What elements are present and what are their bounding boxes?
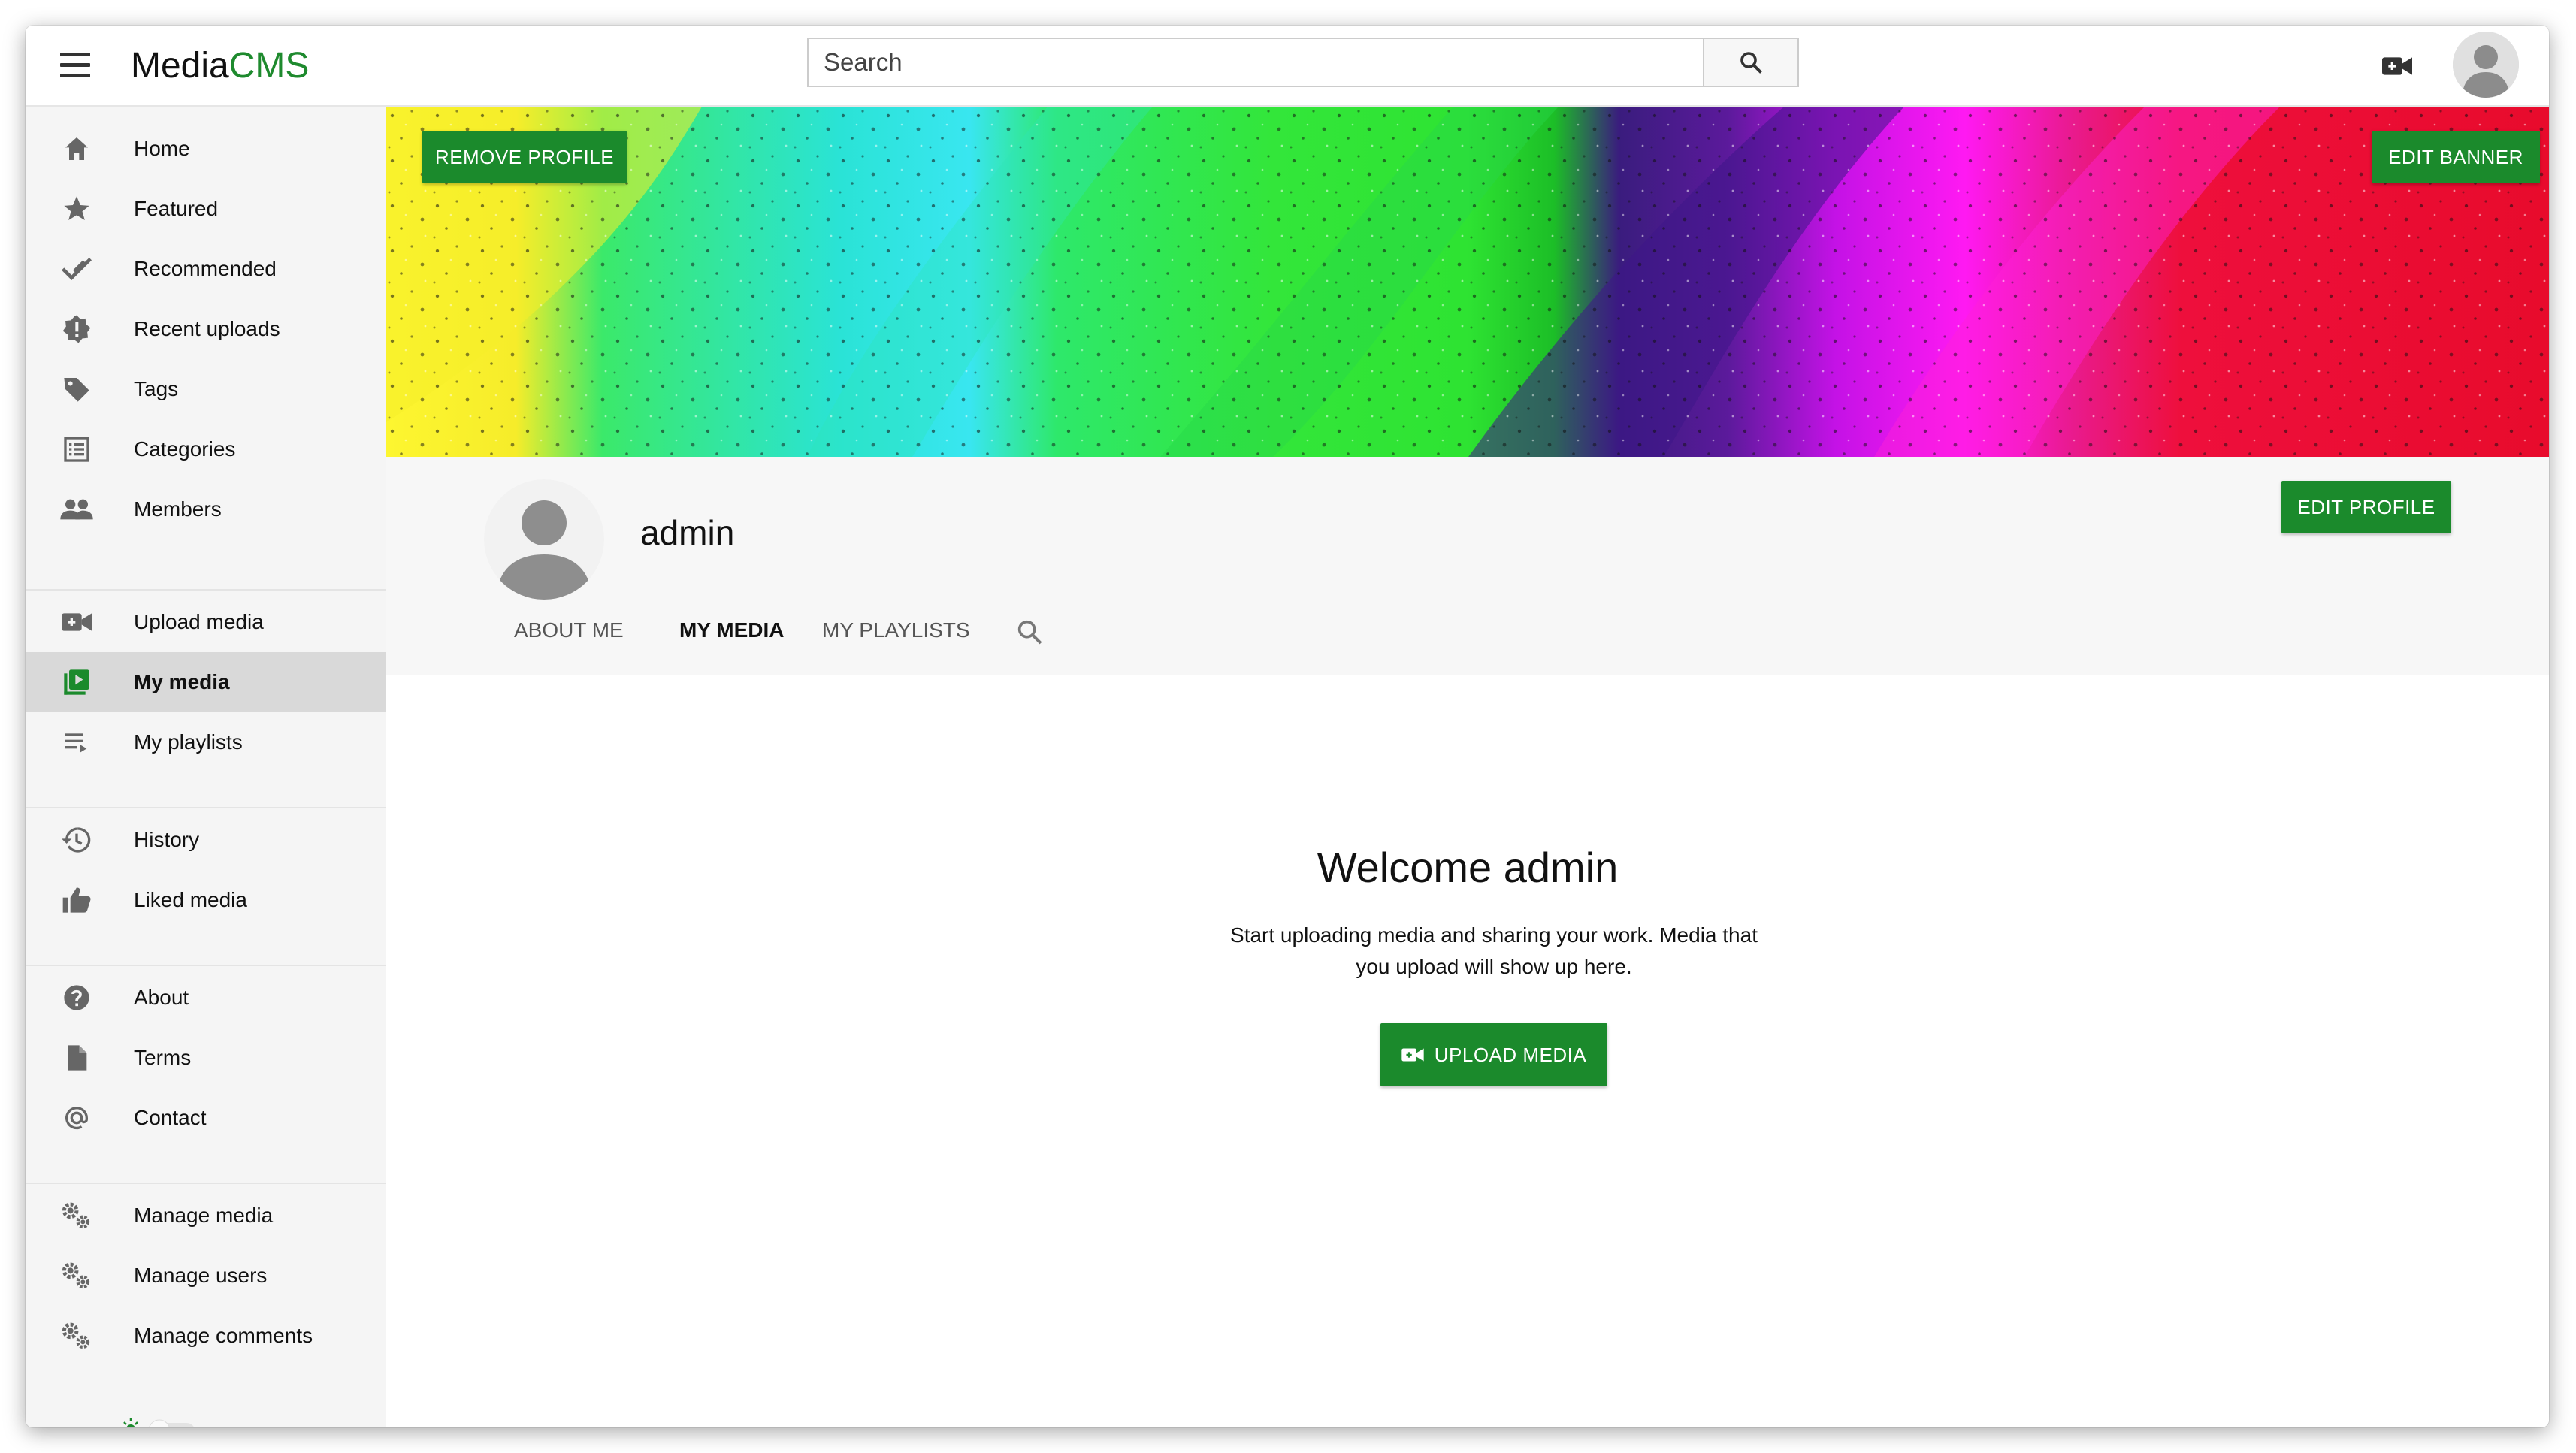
banner-image [386, 107, 2549, 457]
profile-header: admin EDIT PROFILE ABOUT ME MY MEDIA MY … [386, 457, 2549, 695]
sidebar-item-my-playlists[interactable]: My playlists [26, 712, 386, 772]
sidebar-item-manage-media[interactable]: Manage media [26, 1186, 386, 1246]
search-icon[interactable] [1014, 617, 1045, 647]
edit-profile-button[interactable]: EDIT PROFILE [2281, 481, 2451, 533]
sidebar-divider [26, 807, 386, 808]
hamburger-menu-icon[interactable] [60, 51, 96, 81]
upload-video-icon[interactable] [2378, 50, 2417, 83]
help-icon [60, 983, 93, 1013]
sidebar-item-manage-comments[interactable]: Manage comments [26, 1306, 386, 1366]
upload-media-button[interactable]: UPLOAD MEDIA [1380, 1023, 1607, 1086]
profile-avatar [484, 479, 604, 600]
logo-cms-text: CMS [228, 46, 310, 86]
star-icon [60, 194, 93, 224]
sidebar-item-label: My media [134, 670, 230, 693]
sidebar-item-label: About [134, 986, 189, 1009]
sidebar-item-label: Manage users [134, 1264, 268, 1287]
sidebar-item-label: Categories [134, 437, 236, 461]
sidebar-item-manage-users[interactable]: Manage users [26, 1246, 386, 1306]
sidebar-item-my-media[interactable]: My media [26, 652, 386, 712]
video-add-icon [60, 607, 93, 637]
tab-about-me[interactable]: ABOUT ME [514, 604, 624, 657]
thumb-up-icon [60, 885, 93, 915]
sidebar: Home Featured Recommended Recent uploads Tag… [26, 107, 386, 1427]
search-button[interactable] [1703, 39, 1797, 86]
sidebar-item-label: Contact [134, 1106, 207, 1129]
logo-media-text: Media [131, 46, 229, 86]
sidebar-item-label: History [134, 828, 200, 851]
tab-my-playlists[interactable]: MY PLAYLISTS [822, 604, 970, 657]
sidebar-item-members[interactable]: Members [26, 479, 386, 539]
gears-icon [60, 1261, 93, 1291]
sidebar-divider [26, 1183, 386, 1184]
gears-icon [60, 1201, 93, 1231]
new-releases-icon [60, 314, 93, 344]
sidebar-item-label: Tags [134, 377, 179, 400]
sidebar-item-label: My playlists [134, 730, 243, 754]
search-input[interactable] [809, 39, 1703, 86]
sidebar-item-about[interactable]: About [26, 968, 386, 1028]
sidebar-item-liked-media[interactable]: Liked media [26, 870, 386, 930]
sidebar-item-recent-uploads[interactable]: Recent uploads [26, 299, 386, 359]
sidebar-item-label: Home [134, 137, 190, 160]
tag-icon [60, 374, 93, 404]
sidebar-divider [26, 589, 386, 591]
theme-toggle[interactable] [116, 1414, 221, 1427]
profile-banner: REMOVE PROFILE EDIT BANNER [386, 107, 2549, 457]
history-icon [60, 825, 93, 855]
sidebar-item-label: Members [134, 497, 222, 521]
sidebar-item-label: Recent uploads [134, 317, 280, 340]
sidebar-item-label: Featured [134, 197, 219, 220]
profile-name: admin [640, 513, 735, 552]
sidebar-item-upload-media[interactable]: Upload media [26, 592, 386, 652]
welcome-text: Start uploading media and sharing your w… [1230, 923, 1758, 978]
tab-my-media[interactable]: MY MEDIA [679, 604, 785, 657]
upload-video-icon [1401, 1048, 1424, 1062]
video-library-icon [60, 667, 93, 697]
document-icon [60, 1043, 93, 1073]
remove-profile-button[interactable]: REMOVE PROFILE [422, 131, 627, 183]
sidebar-item-label: Manage media [134, 1204, 274, 1227]
home-icon [60, 134, 93, 164]
top-header: MediaCMS [26, 26, 2549, 107]
sidebar-item-label: Terms [134, 1046, 192, 1069]
edit-banner-button[interactable]: EDIT BANNER [2372, 131, 2540, 183]
logo[interactable]: MediaCMS [131, 44, 309, 89]
sidebar-item-contact[interactable]: Contact [26, 1088, 386, 1148]
sidebar-divider [26, 965, 386, 966]
upload-media-label: UPLOAD MEDIA [1434, 1043, 1587, 1066]
sidebar-item-terms[interactable]: Terms [26, 1028, 386, 1088]
sidebar-item-history[interactable]: History [26, 810, 386, 870]
app-window: MediaCMS Home Featured Recommended Recent u… [26, 26, 2549, 1427]
search-icon [1740, 52, 1762, 74]
sidebar-item-categories[interactable]: Categories [26, 419, 386, 479]
sidebar-item-recommended[interactable]: Recommended [26, 239, 386, 299]
sidebar-item-label: Liked media [134, 888, 247, 911]
sidebar-item-label: Upload media [134, 610, 264, 633]
sidebar-item-home[interactable]: Home [26, 119, 386, 179]
sidebar-item-label: Manage comments [134, 1324, 313, 1347]
people-icon [60, 494, 93, 524]
user-avatar[interactable] [2453, 32, 2519, 98]
search-bar [807, 38, 1799, 87]
empty-media-panel: Welcome admin Start uploading media and … [386, 675, 2549, 1427]
playlist-icon [60, 727, 93, 757]
welcome-title: Welcome admin [1317, 844, 1619, 891]
sidebar-item-featured[interactable]: Featured [26, 179, 386, 239]
gears-icon [60, 1321, 93, 1351]
at-icon [60, 1103, 93, 1133]
check-icon [60, 254, 93, 284]
sidebar-item-tags[interactable]: Tags [26, 359, 386, 419]
sidebar-item-label: Recommended [134, 257, 277, 280]
list-icon [60, 434, 93, 464]
